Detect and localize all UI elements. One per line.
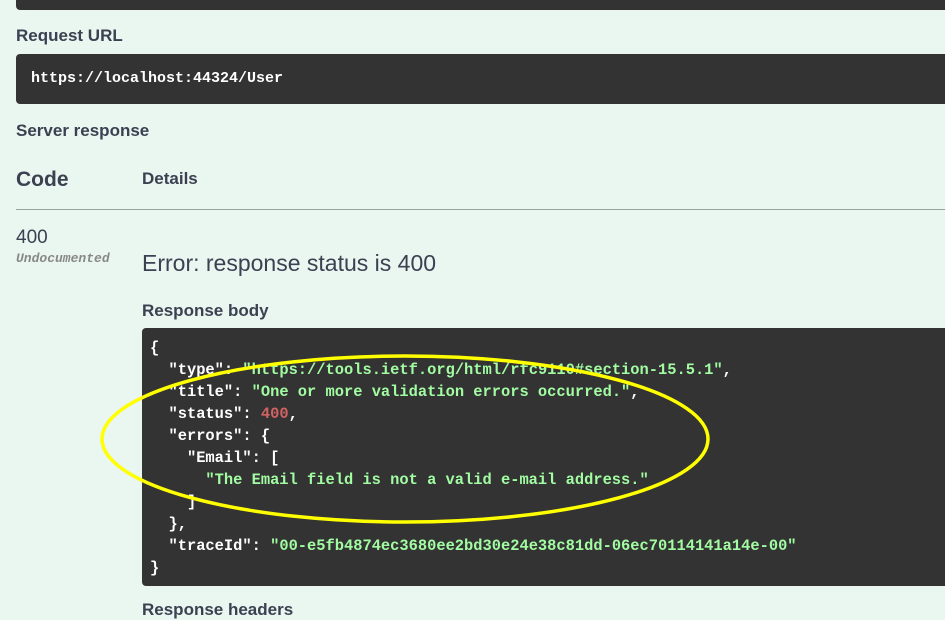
response-body-box[interactable]: { "type": "https://tools.ietf.org/html/r…	[142, 328, 945, 586]
request-url-label: Request URL	[16, 26, 123, 45]
error-message: Error: response status is 400	[142, 250, 437, 276]
undocumented-note: Undocumented	[16, 251, 110, 266]
request-url-value: https://localhost:44324/User	[31, 70, 284, 87]
response-code: 400	[16, 227, 48, 248]
previous-code-block	[16, 0, 945, 10]
code-column-header: Code	[16, 168, 69, 191]
response-body-json: { "type": "https://tools.ietf.org/html/r…	[150, 339, 797, 577]
response-headers-label: Response headers	[142, 600, 294, 619]
response-body-label: Response body	[142, 301, 269, 320]
details-column-header: Details	[142, 169, 198, 188]
table-header-divider	[16, 209, 945, 210]
server-response-label: Server response	[16, 121, 150, 140]
request-url-box[interactable]: https://localhost:44324/User	[16, 54, 945, 104]
